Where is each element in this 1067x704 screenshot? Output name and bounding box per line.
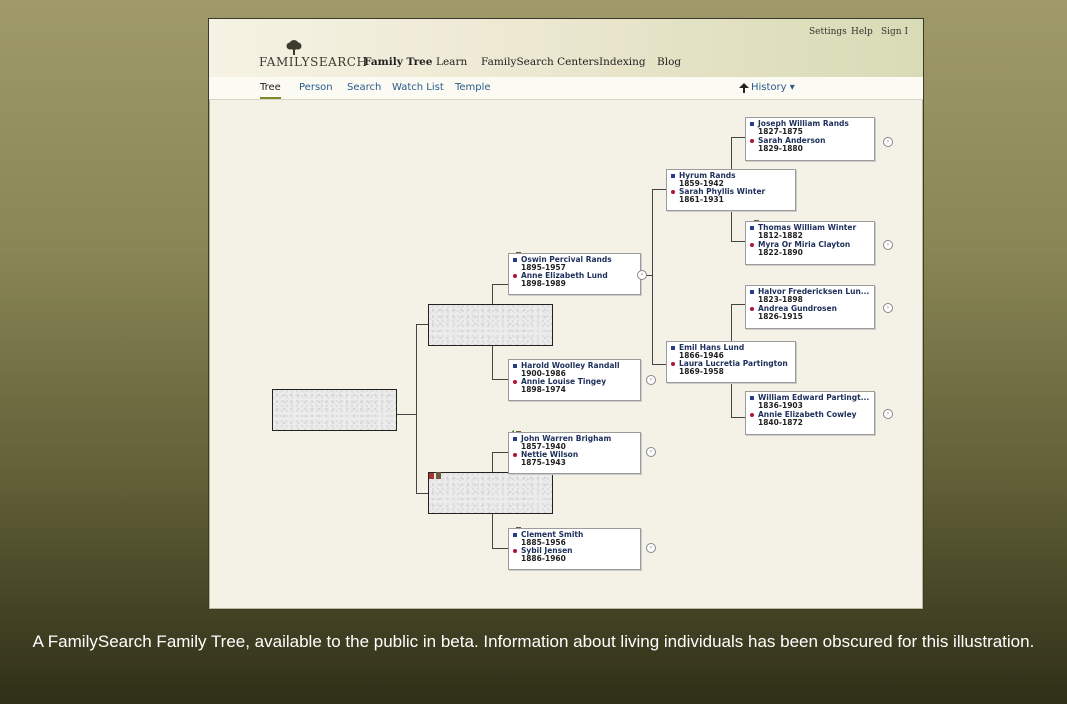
person-dates: 1823-1898 xyxy=(758,295,803,304)
expand-icon[interactable]: › xyxy=(883,240,893,250)
male-icon xyxy=(750,226,754,230)
nav-learn[interactable]: Learn xyxy=(436,56,467,68)
tab-temple[interactable]: Temple xyxy=(455,82,491,93)
person-dates: 1898-1974 xyxy=(521,385,566,394)
person-dates: 1812-1882 xyxy=(758,231,803,240)
person-dates: 1869-1958 xyxy=(679,367,724,376)
connector xyxy=(492,284,508,285)
help-link[interactable]: Help xyxy=(851,27,873,37)
tab-watch-list[interactable]: Watch List xyxy=(392,82,444,93)
nav-indexing[interactable]: Indexing xyxy=(599,56,646,68)
person-dates: 1840-1872 xyxy=(758,418,803,427)
connector xyxy=(492,379,508,380)
expand-icon[interactable]: › xyxy=(883,137,893,147)
tab-search[interactable]: Search xyxy=(347,82,381,93)
record-icon[interactable] xyxy=(429,464,443,479)
sign-in-link[interactable]: Sign I xyxy=(881,27,908,37)
expand-icon[interactable]: › xyxy=(646,375,656,385)
record-icon[interactable] xyxy=(509,519,523,534)
person-dates: 1827-1875 xyxy=(758,127,803,136)
male-icon xyxy=(750,290,754,294)
couple-card-lund-partington[interactable]: Emil Hans Lund 1866-1946 Laura Lucretia … xyxy=(666,341,796,383)
male-icon xyxy=(513,258,517,262)
connector xyxy=(731,241,745,242)
connector xyxy=(731,304,745,305)
couple-card-rands-winter[interactable]: Hyrum Rands 1859-1942 Sarah Phyllis Wint… xyxy=(666,169,796,211)
female-icon xyxy=(750,413,754,417)
settings-link[interactable]: Settings xyxy=(809,27,847,37)
male-icon xyxy=(750,396,754,400)
top-header: FAMILYSEARCH Family Tree Learn FamilySea… xyxy=(209,19,923,86)
female-icon xyxy=(750,139,754,143)
history-dropdown[interactable]: History ▾ xyxy=(751,82,795,93)
nav-family-tree[interactable]: Family Tree xyxy=(364,56,433,86)
sub-navigation: Tree Person Search Watch List Temple His… xyxy=(209,77,923,100)
connector xyxy=(416,493,428,494)
familysearch-logo[interactable]: FAMILYSEARCH xyxy=(259,55,367,69)
couple-card-winter-clayton[interactable]: Thomas William Winter 1812-1882 Myra Or … xyxy=(745,221,875,265)
connector xyxy=(492,452,508,453)
couple-card-smith-jensen[interactable]: Clement Smith 1885-1956 Sybil Jensen 188… xyxy=(508,528,641,570)
person-dates: 1826-1915 xyxy=(758,312,803,321)
expand-icon[interactable]: › xyxy=(883,303,893,313)
connector xyxy=(731,137,732,172)
expand-icon[interactable]: › xyxy=(883,409,893,419)
female-icon xyxy=(513,380,517,384)
connector xyxy=(492,548,508,549)
connector xyxy=(416,324,428,325)
expand-icon[interactable]: › xyxy=(646,543,656,553)
couple-card-lund-gundrosen[interactable]: Halvor Fredericksen Lun... 1823-1898 And… xyxy=(745,285,875,329)
tab-tree[interactable]: Tree xyxy=(260,82,281,99)
record-icon[interactable] xyxy=(747,212,761,227)
history-tree-icon xyxy=(739,83,749,93)
nav-blog[interactable]: Blog xyxy=(657,56,681,68)
male-icon xyxy=(671,174,675,178)
female-icon xyxy=(750,243,754,247)
connector xyxy=(731,209,732,241)
connector xyxy=(731,137,745,138)
record-icon[interactable] xyxy=(509,423,523,438)
obscured-person-father[interactable] xyxy=(428,304,553,346)
connector xyxy=(731,417,745,418)
person-dates: 1822-1890 xyxy=(758,248,803,257)
male-icon xyxy=(750,122,754,126)
couple-card-partington-cowley[interactable]: William Edward Partingt... 1836-1903 Ann… xyxy=(745,391,875,435)
nav-familysearch-centers[interactable]: FamilySearch Centers xyxy=(481,56,599,68)
couple-card-randall-tingey[interactable]: Harold Woolley Randall 1900-1986 Annie L… xyxy=(508,359,641,401)
male-icon xyxy=(513,437,517,441)
person-dates: 1898-1989 xyxy=(521,279,566,288)
person-dates: 1861-1931 xyxy=(679,195,724,204)
obscured-person-root[interactable] xyxy=(272,389,397,431)
person-dates: 1829-1880 xyxy=(758,144,803,153)
female-icon xyxy=(671,190,675,194)
couple-card-rands-anderson[interactable]: Joseph William Rands 1827-1875 Sarah And… xyxy=(745,117,875,161)
couple-card-rands-lund[interactable]: Oswin Percival Rands 1895-1957 Anne Eliz… xyxy=(508,253,641,295)
connector xyxy=(416,324,417,494)
tab-person[interactable]: Person xyxy=(299,82,333,93)
record-icon[interactable] xyxy=(509,244,523,259)
connector xyxy=(397,414,417,415)
couple-card-brigham-wilson[interactable]: John Warren Brigham 1857-1940 Nettie Wil… xyxy=(508,432,641,474)
person-dates: 1836-1903 xyxy=(758,401,803,410)
connector xyxy=(652,189,666,190)
female-icon xyxy=(671,362,675,366)
connector xyxy=(652,189,653,365)
expand-icon[interactable]: › xyxy=(637,270,647,280)
connector xyxy=(731,383,732,417)
slide-caption: A FamilySearch Family Tree, available to… xyxy=(32,632,1035,651)
female-icon xyxy=(513,453,517,457)
browser-screenshot: FAMILYSEARCH Family Tree Learn FamilySea… xyxy=(208,18,924,610)
female-icon xyxy=(513,549,517,553)
family-tree-logo-icon xyxy=(286,40,302,55)
obscured-person-mother[interactable] xyxy=(428,472,553,514)
male-icon xyxy=(513,533,517,537)
female-icon xyxy=(513,274,517,278)
female-icon xyxy=(750,307,754,311)
connector xyxy=(652,364,666,365)
male-icon xyxy=(671,346,675,350)
person-dates: 1875-1943 xyxy=(521,458,566,467)
male-icon xyxy=(513,364,517,368)
expand-icon[interactable]: › xyxy=(646,447,656,457)
person-dates: 1886-1960 xyxy=(521,554,566,563)
